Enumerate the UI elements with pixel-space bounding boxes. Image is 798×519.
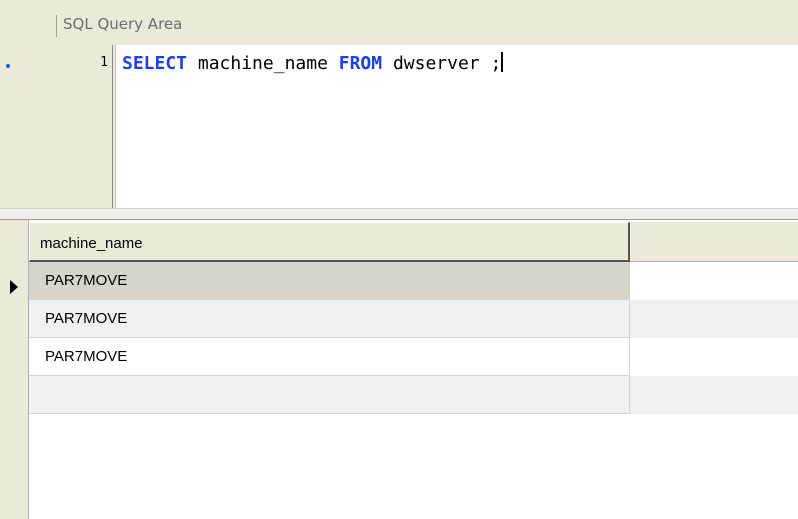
table-row-new[interactable]: [29, 376, 798, 414]
column-header-label: machine_name: [40, 235, 143, 252]
current-row-arrow-icon: [10, 280, 18, 294]
sql-text-table: dwserver ;: [382, 53, 502, 74]
cell-value: PAR7MOVE: [45, 272, 128, 289]
table-row[interactable]: PAR7MOVE: [29, 262, 798, 300]
cell-value: PAR7MOVE: [45, 348, 128, 365]
text-caret: [501, 52, 504, 72]
sql-text-columns: machine_name: [187, 53, 339, 74]
sql-keyword-select: SELECT: [122, 53, 188, 74]
sql-code-line[interactable]: SELECT machine_name FROM dwserver ;: [122, 52, 504, 74]
sql-editor[interactable]: 1 SELECT machine_name FROM dwserver ;: [0, 45, 798, 208]
header-empty-area: [630, 222, 798, 262]
row-empty-area: [630, 300, 798, 338]
cell-machine-name[interactable]: [29, 376, 630, 414]
row-indicator-column[interactable]: [0, 220, 29, 519]
line-number: 1: [100, 55, 108, 70]
editor-gutter: 1: [0, 45, 112, 208]
row-empty-area: [630, 262, 798, 300]
row-empty-area: [630, 338, 798, 376]
header-separator: [56, 15, 57, 37]
sql-keyword-from: FROM: [338, 53, 383, 74]
gutter-border: [112, 45, 116, 208]
line-marker-icon: [6, 64, 10, 68]
column-header-machine-name[interactable]: machine_name: [29, 222, 630, 262]
table-row[interactable]: PAR7MOVE: [29, 300, 798, 338]
query-area-title: SQL Query Area: [63, 15, 183, 33]
cell-value: PAR7MOVE: [45, 310, 128, 327]
row-empty-area: [630, 376, 798, 414]
cell-machine-name[interactable]: PAR7MOVE: [29, 300, 630, 338]
query-area-header: SQL Query Area: [0, 0, 798, 45]
cell-machine-name[interactable]: PAR7MOVE: [29, 262, 630, 300]
table-row[interactable]: PAR7MOVE: [29, 338, 798, 376]
result-grid[interactable]: machine_name PAR7MOVE PAR7MOVE PAR7MOVE: [0, 220, 798, 519]
cell-machine-name[interactable]: PAR7MOVE: [29, 338, 630, 376]
pane-splitter[interactable]: [0, 208, 798, 220]
